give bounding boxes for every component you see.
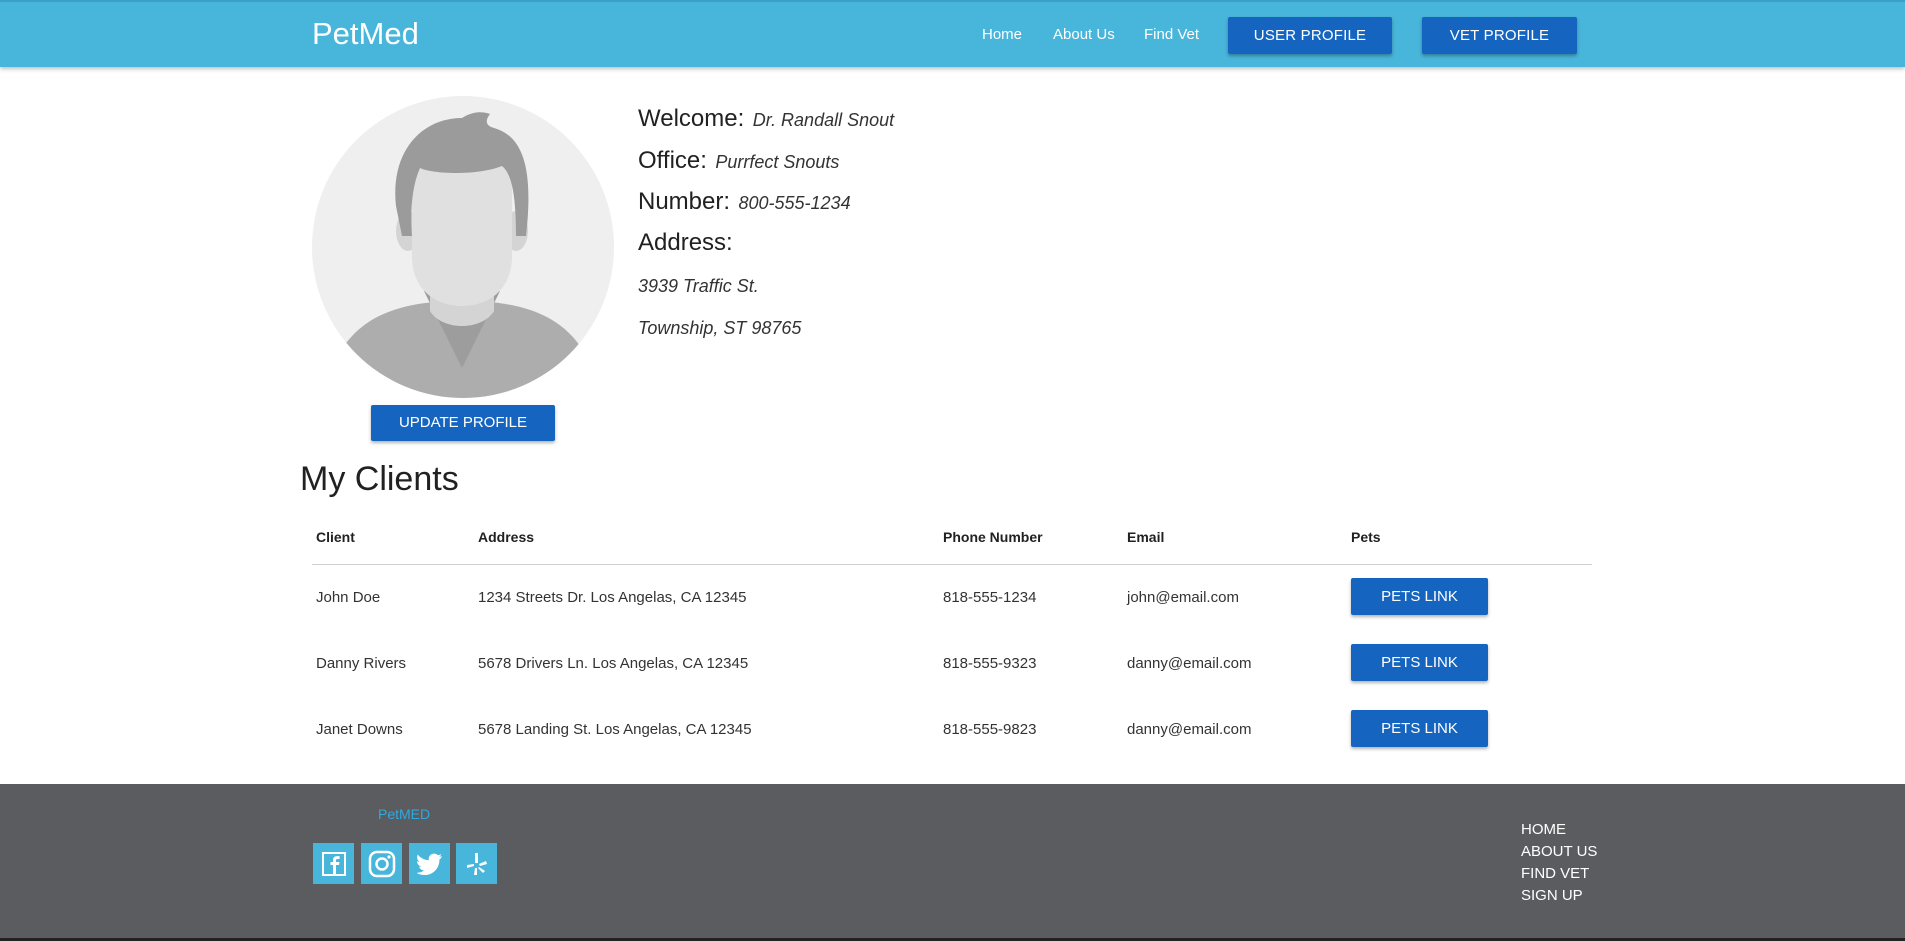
- brand-logo[interactable]: PetMed: [312, 16, 419, 52]
- footer-link-about-us[interactable]: ABOUT US: [1521, 843, 1597, 860]
- client-phone: 818-555-9823: [943, 721, 1037, 738]
- client-email: danny@email.com: [1127, 721, 1252, 738]
- user-profile-button[interactable]: USER PROFILE: [1228, 17, 1392, 54]
- client-address: 5678 Drivers Ln. Los Angelas, CA 12345: [478, 655, 749, 672]
- address-line-2: Township, ST 98765: [638, 318, 802, 338]
- header-email: Email: [1127, 529, 1165, 545]
- client-phone: 818-555-1234: [943, 589, 1037, 606]
- clients-title: My Clients: [300, 460, 459, 498]
- client-name: John Doe: [316, 589, 381, 606]
- footer-link-sign-up[interactable]: SIGN UP: [1521, 887, 1583, 904]
- twitter-icon[interactable]: [409, 843, 450, 884]
- clients-table-header: Client Address Phone Number Email Pets: [312, 527, 1592, 565]
- welcome-row: Welcome: Dr. Randall Snout: [638, 105, 894, 133]
- header-address: Address: [478, 529, 535, 545]
- header-phone: Phone Number: [943, 529, 1043, 545]
- client-name: Janet Downs: [316, 721, 403, 738]
- nav-link-find-vet[interactable]: Find Vet: [1144, 26, 1199, 43]
- office-value: Purrfect Snouts: [715, 152, 840, 172]
- update-profile-button[interactable]: UPDATE PROFILE: [371, 405, 555, 441]
- yelp-icon[interactable]: [456, 843, 497, 884]
- nav-link-home[interactable]: Home: [982, 26, 1022, 43]
- instagram-icon[interactable]: [361, 843, 402, 884]
- number-value: 800-555-1234: [738, 193, 851, 213]
- client-email: john@email.com: [1127, 589, 1239, 606]
- address-line-1: 3939 Traffic St.: [638, 276, 759, 296]
- navbar: PetMed Home About Us Find Vet USER PROFI…: [0, 0, 1905, 67]
- number-row: Number: 800-555-1234: [638, 188, 851, 216]
- facebook-icon[interactable]: [313, 843, 354, 884]
- pets-link-button[interactable]: PETS LINK: [1351, 644, 1488, 681]
- header-pets: Pets: [1351, 529, 1381, 545]
- header-client: Client: [316, 529, 355, 545]
- footer-link-find-vet[interactable]: FIND VET: [1521, 865, 1589, 882]
- number-label: Number:: [638, 188, 731, 215]
- welcome-label: Welcome:: [638, 105, 745, 132]
- office-label: Office:: [638, 147, 707, 174]
- default-avatar-icon: [314, 112, 612, 398]
- welcome-value: Dr. Randall Snout: [752, 110, 895, 130]
- vet-profile-button[interactable]: VET PROFILE: [1422, 17, 1577, 54]
- table-row: Janet Downs 5678 Landing St. Los Angelas…: [312, 697, 1592, 763]
- client-phone: 818-555-9323: [943, 655, 1037, 672]
- pets-link-button[interactable]: PETS LINK: [1351, 578, 1488, 615]
- client-address: 5678 Landing St. Los Angelas, CA 12345: [478, 721, 752, 738]
- avatar: [312, 96, 614, 398]
- table-row: John Doe 1234 Streets Dr. Los Angelas, C…: [312, 565, 1592, 631]
- client-name: Danny Rivers: [316, 655, 407, 672]
- table-row: Danny Rivers 5678 Drivers Ln. Los Angela…: [312, 631, 1592, 697]
- office-row: Office: Purrfect Snouts: [638, 147, 839, 175]
- client-address: 1234 Streets Dr. Los Angelas, CA 12345: [478, 589, 747, 606]
- footer-link-home[interactable]: HOME: [1521, 821, 1566, 838]
- address-label: Address:: [638, 229, 733, 256]
- footer-brand[interactable]: PetMED: [378, 806, 430, 822]
- address-row: Address:: [638, 229, 733, 257]
- client-email: danny@email.com: [1127, 655, 1252, 672]
- footer: PetMED HOME ABOUT US FIND VET SIGN UP: [0, 784, 1905, 941]
- pets-link-button[interactable]: PETS LINK: [1351, 710, 1488, 747]
- nav-link-about-us[interactable]: About Us: [1053, 26, 1115, 43]
